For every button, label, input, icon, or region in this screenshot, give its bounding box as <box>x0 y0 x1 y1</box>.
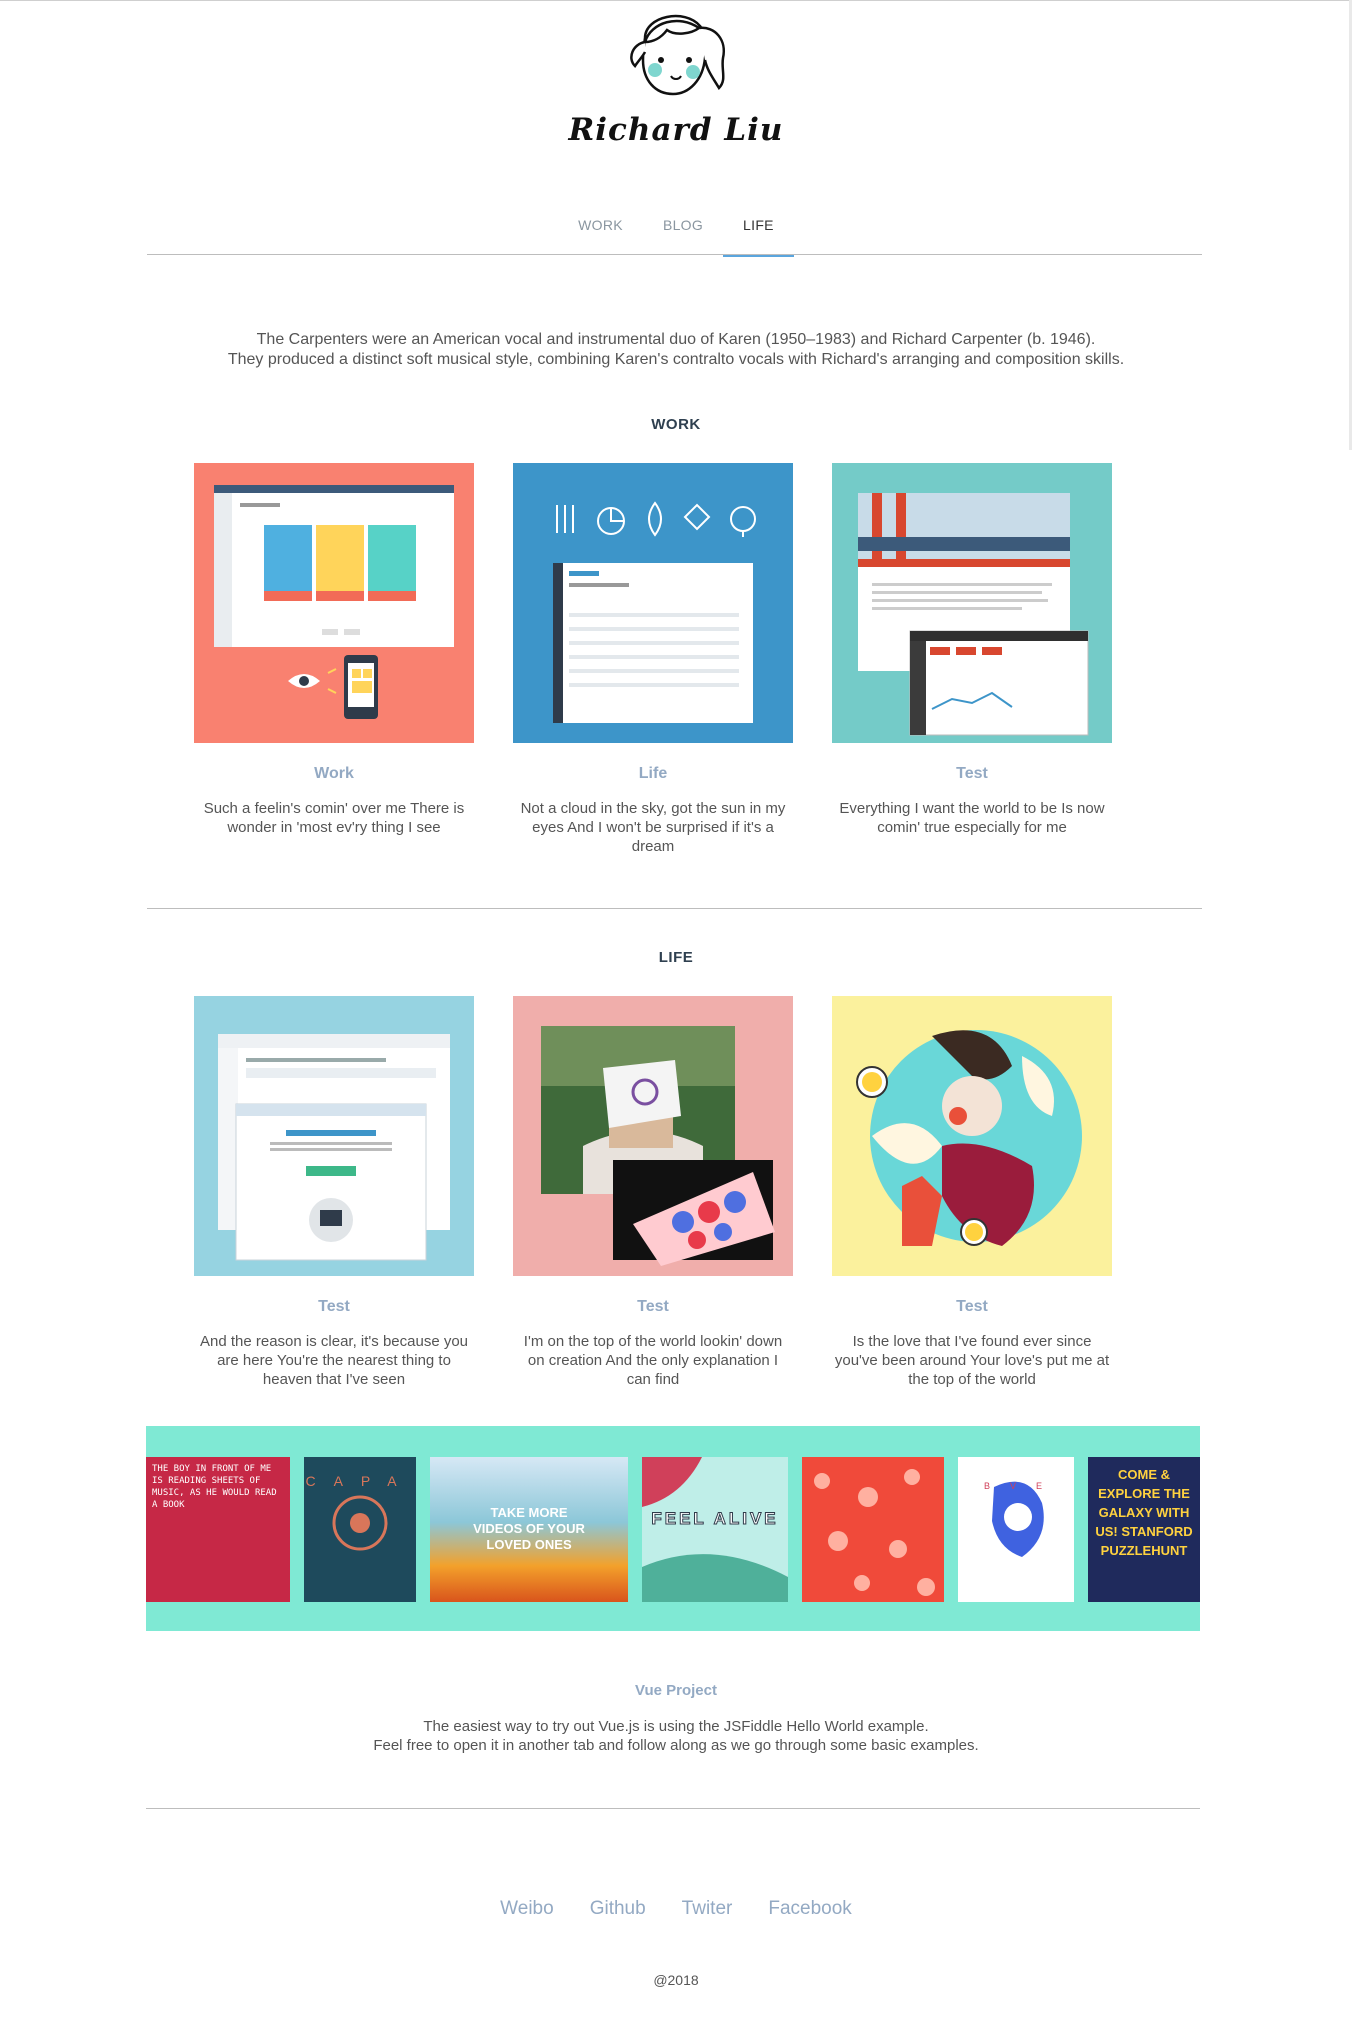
footer-link-twitter[interactable]: Twiter <box>682 1898 733 1920</box>
footer-link-github[interactable]: Github <box>590 1898 646 1920</box>
card-description: I'm on the top of the world lookin' down… <box>523 1333 783 1388</box>
footer-link-weibo[interactable]: Weibo <box>500 1898 554 1920</box>
footer-link-facebook[interactable]: Facebook <box>768 1898 851 1920</box>
gallery-tile[interactable]: CAPA <box>304 1457 416 1602</box>
work-card[interactable]: Test Everything I want the world to be I… <box>832 463 1112 856</box>
vue-project-title[interactable]: Vue Project <box>0 1682 1352 1699</box>
card-description: And the reason is clear, it's because yo… <box>199 1333 469 1388</box>
life-card-thumbnail[interactable] <box>832 996 1112 1276</box>
gallery-tile-caption: THE BOY IN FRONT OF ME IS READING SHEETS… <box>152 1464 277 1510</box>
gallery-tile[interactable]: THE BOY IN FRONT OF ME IS READING SHEETS… <box>146 1457 290 1602</box>
header: Richard Liu <box>0 0 1352 170</box>
footer-divider <box>146 1808 1200 1809</box>
vue-project-line-2: Feel free to open it in another tab and … <box>373 1737 979 1754</box>
vue-project-line-1: The easiest way to try out Vue.js is usi… <box>423 1718 929 1735</box>
copyright: @2018 <box>653 1972 699 1988</box>
nav-divider <box>147 254 1202 255</box>
card-title[interactable]: Work <box>194 765 474 783</box>
work-section-title: WORK <box>651 416 701 433</box>
card-title[interactable]: Life <box>513 765 793 783</box>
nav-tab-blog[interactable]: BLOG <box>643 205 723 255</box>
main-nav: WORK BLOG LIFE <box>0 205 1352 257</box>
nav-tab-life[interactable]: LIFE <box>723 205 794 257</box>
gallery-tile-caption: CAPA <box>305 1473 415 1489</box>
life-grid: Test And the reason is clear, it's becau… <box>194 996 1112 1389</box>
gallery-tile-caption: TAKE MORE VIDEOS OF YOUR LOVED ONES <box>473 1505 585 1552</box>
card-description: Such a feelin's comin' over me There is … <box>203 800 465 836</box>
life-section-title: LIFE <box>658 949 694 966</box>
gallery-tile-caption: FEEL ALIVE <box>651 1509 779 1529</box>
footer-links: Weibo Github Twiter Facebook <box>0 1898 1352 1920</box>
work-card-thumbnail[interactable] <box>513 463 793 743</box>
life-card-thumbnail[interactable] <box>194 996 474 1276</box>
nav-tab-work[interactable]: WORK <box>558 205 643 255</box>
card-title[interactable]: Test <box>513 1298 793 1316</box>
gallery-tile[interactable]: BVE <box>958 1457 1074 1602</box>
gallery-tile[interactable]: TAKE MORE VIDEOS OF YOUR LOVED ONES <box>430 1457 628 1602</box>
card-title[interactable]: Test <box>832 765 1112 783</box>
site-signature: Richard Liu <box>568 112 784 148</box>
vue-project-section: Vue Project The easiest way to try out V… <box>0 1682 1352 1755</box>
work-card[interactable]: Work Such a feelin's comin' over me Ther… <box>194 463 474 856</box>
life-card[interactable]: Test And the reason is clear, it's becau… <box>194 996 474 1389</box>
section-divider <box>147 908 1202 909</box>
gallery-tile-caption: COME & EXPLORE THE GALAXY WITH US! STANF… <box>1095 1467 1193 1558</box>
intro-text: The Carpenters were an American vocal an… <box>0 330 1352 370</box>
gallery-tile[interactable] <box>802 1457 944 1602</box>
work-card-thumbnail[interactable] <box>832 463 1112 743</box>
card-title[interactable]: Test <box>194 1298 474 1316</box>
life-card[interactable]: Test Is the love that I've found ever si… <box>832 996 1112 1389</box>
gallery-tile[interactable]: FEEL ALIVE <box>642 1457 788 1602</box>
card-title[interactable]: Test <box>832 1298 1112 1316</box>
gallery-strip: THE BOY IN FRONT OF ME IS READING SHEETS… <box>146 1426 1200 1631</box>
life-card[interactable]: Test I'm on the top of the world lookin'… <box>513 996 793 1389</box>
work-card[interactable]: Life Not a cloud in the sky, got the sun… <box>513 463 793 856</box>
gallery-tile-caption: BVE <box>984 1481 1063 1491</box>
intro-line-2: They produced a distinct soft musical st… <box>227 351 1125 368</box>
card-description: Everything I want the world to be Is now… <box>839 800 1105 836</box>
avatar-logo-icon[interactable] <box>615 8 735 113</box>
card-description: Not a cloud in the sky, got the sun in m… <box>520 800 786 855</box>
intro-line-1: The Carpenters were an American vocal an… <box>256 331 1096 348</box>
vue-project-description: The easiest way to try out Vue.js is usi… <box>0 1717 1352 1755</box>
work-grid: Work Such a feelin's comin' over me Ther… <box>194 463 1112 856</box>
card-description: Is the love that I've found ever since y… <box>834 1333 1110 1388</box>
life-card-thumbnail[interactable] <box>513 996 793 1276</box>
work-card-thumbnail[interactable] <box>194 463 474 743</box>
gallery-tile[interactable]: COME & EXPLORE THE GALAXY WITH US! STANF… <box>1088 1457 1200 1602</box>
